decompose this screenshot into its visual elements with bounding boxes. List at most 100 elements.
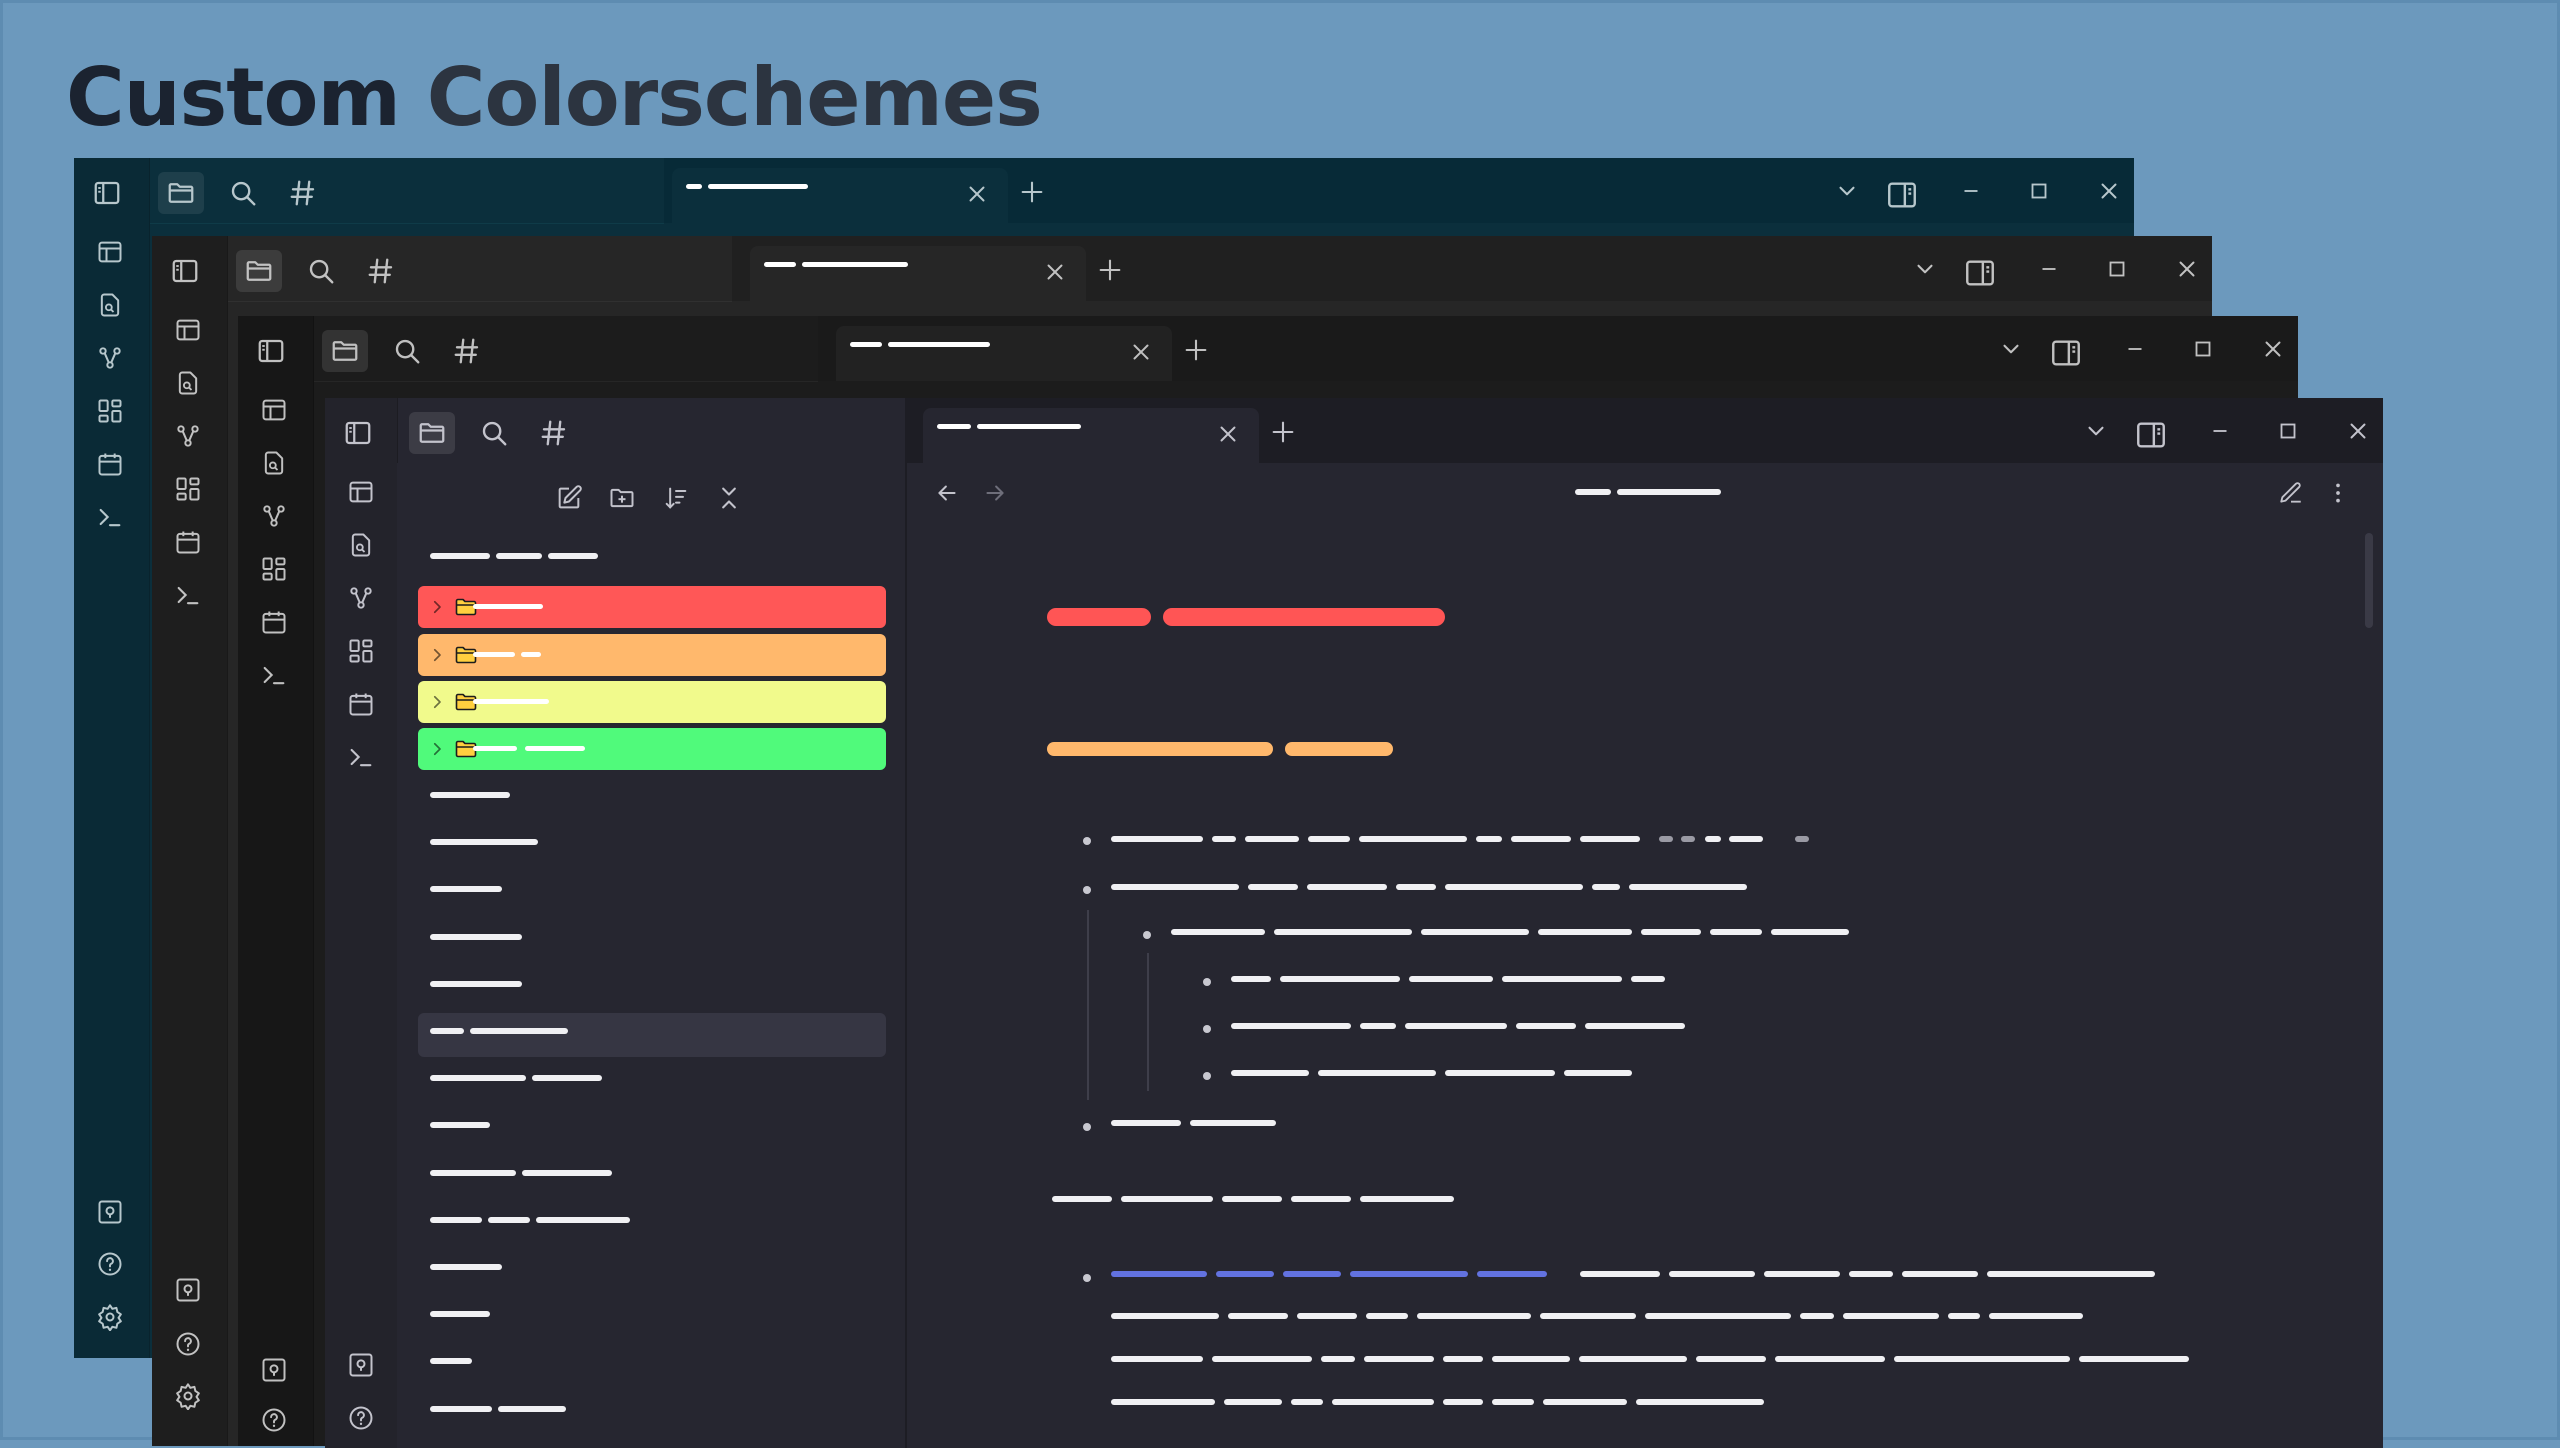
graph-icon[interactable] (174, 422, 202, 450)
close-icon[interactable] (2260, 336, 2286, 362)
maximize-icon[interactable] (2026, 178, 2052, 204)
maximize-icon[interactable] (2275, 418, 2301, 444)
terminal-icon[interactable] (96, 503, 124, 531)
edit-icon[interactable] (2278, 480, 2304, 506)
hashtag-icon[interactable] (452, 336, 482, 366)
folder-icon[interactable] (409, 412, 455, 454)
split-pane-icon[interactable] (1963, 256, 1997, 290)
help-icon[interactable] (96, 1250, 124, 1278)
vault-icon[interactable] (347, 1351, 375, 1379)
sidebar-toggle-icon[interactable] (170, 256, 200, 286)
graph-icon[interactable] (347, 584, 375, 612)
tab-close-icon[interactable] (1215, 421, 1241, 447)
minimize-icon[interactable] (2036, 256, 2062, 282)
split-pane-icon[interactable] (2049, 336, 2083, 370)
search-icon[interactable] (392, 336, 422, 366)
tab-active[interactable] (750, 246, 1086, 301)
minimize-icon[interactable] (2207, 418, 2233, 444)
split-pane-icon[interactable] (2134, 418, 2168, 452)
tab-close-icon[interactable] (964, 181, 990, 207)
tab-close-icon[interactable] (1128, 339, 1154, 365)
chevron-down-icon[interactable] (1912, 256, 1938, 282)
folder-row[interactable] (418, 681, 886, 723)
sidebar-toggle-icon[interactable] (92, 178, 122, 208)
file-row-selected[interactable] (418, 1013, 886, 1057)
graph-icon[interactable] (96, 344, 124, 372)
layout-icon[interactable] (174, 316, 202, 344)
new-tab-icon[interactable] (1096, 256, 1124, 284)
folder-row[interactable] (418, 586, 886, 628)
search-icon[interactable] (479, 418, 509, 448)
new-tab-icon[interactable] (1018, 178, 1046, 206)
calendar-icon[interactable] (174, 528, 202, 556)
close-icon[interactable] (2174, 256, 2200, 282)
close-icon[interactable] (2345, 418, 2371, 444)
vault-icon[interactable] (174, 1276, 202, 1304)
maximize-icon[interactable] (2104, 256, 2130, 282)
chevron-right-icon[interactable] (428, 598, 446, 616)
chevron-right-icon[interactable] (428, 646, 446, 664)
hashtag-icon[interactable] (288, 178, 318, 208)
grid-icon[interactable] (260, 555, 288, 583)
collapse-icon[interactable] (715, 484, 743, 512)
folder-row[interactable] (418, 728, 886, 770)
terminal-icon[interactable] (260, 661, 288, 689)
tab-active[interactable] (836, 326, 1172, 381)
file-search-icon[interactable] (174, 369, 202, 397)
tab-close-icon[interactable] (1042, 259, 1068, 285)
sidebar-toggle-icon[interactable] (256, 336, 286, 366)
help-icon[interactable] (174, 1330, 202, 1358)
editor-scrollbar-thumb[interactable] (2365, 533, 2373, 628)
tab-active[interactable] (672, 168, 1008, 223)
forward-arrow-icon[interactable] (982, 480, 1008, 506)
hashtag-icon[interactable] (366, 256, 396, 286)
calendar-icon[interactable] (347, 690, 375, 718)
tab-active[interactable] (923, 408, 1259, 463)
minimize-icon[interactable] (1958, 178, 1984, 204)
folder-icon[interactable] (158, 172, 204, 214)
sidebar-toggle-icon[interactable] (343, 418, 373, 448)
file-search-icon[interactable] (260, 449, 288, 477)
vault-icon[interactable] (260, 1356, 288, 1384)
new-note-icon[interactable] (555, 484, 583, 512)
minimize-icon[interactable] (2122, 336, 2148, 362)
chevron-right-icon[interactable] (428, 740, 446, 758)
chevron-down-icon[interactable] (2083, 418, 2109, 444)
file-search-icon[interactable] (347, 531, 375, 559)
terminal-icon[interactable] (174, 581, 202, 609)
back-arrow-icon[interactable] (934, 480, 960, 506)
sort-icon[interactable] (662, 484, 690, 512)
vault-icon[interactable] (96, 1198, 124, 1226)
layout-icon[interactable] (96, 238, 124, 266)
graph-icon[interactable] (260, 502, 288, 530)
folder-icon[interactable] (236, 250, 282, 292)
close-icon[interactable] (2096, 178, 2122, 204)
help-icon[interactable] (347, 1404, 375, 1432)
folder-icon[interactable] (322, 330, 368, 372)
folder-row[interactable] (418, 634, 886, 676)
split-pane-icon[interactable] (1885, 178, 1919, 212)
new-folder-icon[interactable] (608, 484, 636, 512)
calendar-icon[interactable] (260, 608, 288, 636)
search-icon[interactable] (228, 178, 258, 208)
hashtag-icon[interactable] (539, 418, 569, 448)
grid-icon[interactable] (347, 637, 375, 665)
settings-icon[interactable] (96, 1303, 124, 1331)
chevron-right-icon[interactable] (428, 693, 446, 711)
more-options-icon[interactable] (2325, 480, 2351, 506)
maximize-icon[interactable] (2190, 336, 2216, 362)
layout-icon[interactable] (260, 396, 288, 424)
chevron-down-icon[interactable] (1834, 178, 1860, 204)
grid-icon[interactable] (174, 475, 202, 503)
grid-icon[interactable] (96, 397, 124, 425)
new-tab-icon[interactable] (1182, 336, 1210, 364)
calendar-icon[interactable] (96, 450, 124, 478)
settings-icon[interactable] (174, 1382, 202, 1410)
terminal-icon[interactable] (347, 743, 375, 771)
chevron-down-icon[interactable] (1998, 336, 2024, 362)
help-icon[interactable] (260, 1406, 288, 1434)
layout-icon[interactable] (347, 478, 375, 506)
search-icon[interactable] (306, 256, 336, 286)
file-search-icon[interactable] (96, 291, 124, 319)
new-tab-icon[interactable] (1269, 418, 1297, 446)
